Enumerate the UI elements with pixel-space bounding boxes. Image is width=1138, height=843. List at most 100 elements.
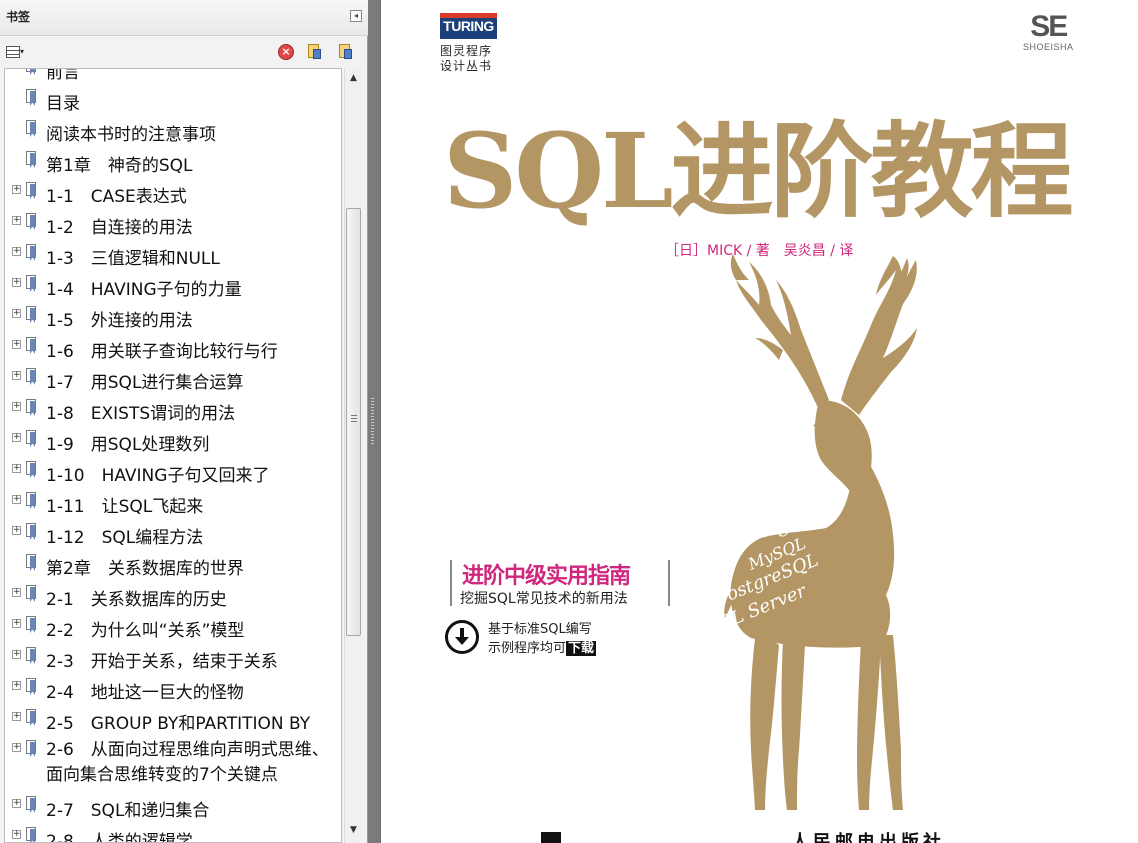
bookmark-item[interactable]: +2-4 地址这一巨大的怪物 <box>5 674 341 705</box>
bookmarks-panel-title: 书签 <box>6 10 31 24</box>
panel-splitter[interactable] <box>368 0 380 843</box>
expand-icon[interactable]: + <box>12 619 21 628</box>
expand-icon[interactable]: + <box>12 371 21 380</box>
bookmark-item[interactable]: +1-4 HAVING子句的力量 <box>5 271 341 302</box>
bookmark-label: 2-4 地址这一巨大的怪物 <box>46 683 244 703</box>
expand-icon[interactable]: + <box>12 712 21 721</box>
expand-icon[interactable]: + <box>12 526 21 535</box>
bookmark-label: 1-4 HAVING子句的力量 <box>46 280 242 300</box>
bookmark-icon <box>26 151 37 169</box>
collapse-panel-button[interactable]: ◂ <box>350 10 362 22</box>
publisher-emblem-icon <box>541 832 561 843</box>
expand-icon[interactable]: + <box>12 433 21 442</box>
expand-icon[interactable]: + <box>12 340 21 349</box>
bookmark-item[interactable]: +1-10 HAVING子句又回来了 <box>5 457 341 488</box>
chevron-down-icon: ▾ <box>20 47 25 56</box>
options-menu-button[interactable]: ▾ <box>6 44 32 62</box>
bookmark-label: 1-9 用SQL处理数列 <box>46 435 210 455</box>
delete-bookmark-button[interactable]: × <box>278 44 296 62</box>
bookmarks-panel-header: 书签 ◂ <box>0 0 368 36</box>
book-title: SQL进阶教程 <box>443 111 1074 232</box>
bookmark-icon <box>26 523 37 541</box>
bookmark-icon <box>26 89 37 107</box>
bookmarks-tree-content: 前言 目录 阅读本书时的注意事项 第1章 神奇的SQL +1-1 CASE表达式 +1-2… <box>5 68 341 843</box>
scroll-up-arrow-icon[interactable]: ▲ <box>345 70 362 87</box>
bookmark-item[interactable]: +2-2 为什么叫“关系”模型 <box>5 612 341 643</box>
bookmark-icon <box>26 678 37 696</box>
bookmark-icon <box>26 492 37 510</box>
bookmark-item[interactable]: +2-6 从面向过程思维向声明式思维、面向集合思维转变的7个关键点 <box>5 736 341 792</box>
expand-icon[interactable]: + <box>12 681 21 690</box>
bookmark-item[interactable]: 阅读本书时的注意事项 <box>5 116 341 147</box>
expand-icon[interactable]: + <box>12 402 21 411</box>
publisher-logo-block: SE SHOEISHA <box>1023 12 1074 53</box>
expand-icon[interactable]: + <box>12 247 21 256</box>
bookmark-item[interactable]: +1-11 让SQL飞起来 <box>5 488 341 519</box>
bookmark-label: 2-8 人类的逻辑学 <box>46 832 193 843</box>
bookmark-label: 第1章 神奇的SQL <box>46 156 193 176</box>
bookmark-item[interactable]: +1-3 三值逻辑和NULL <box>5 240 341 271</box>
expand-icon[interactable]: + <box>12 495 21 504</box>
bookmark-label: 1-5 外连接的用法 <box>46 311 193 331</box>
expand-icon[interactable]: + <box>12 799 21 808</box>
bookmark-item[interactable]: +1-7 用SQL进行集合运算 <box>5 364 341 395</box>
bookmark-label: 前言 <box>46 68 80 83</box>
scroll-down-arrow-icon[interactable]: ▼ <box>345 822 362 839</box>
bookmark-item[interactable]: 第2章 关系数据库的世界 <box>5 550 341 581</box>
series-name-line2: 设计丛书 <box>440 59 493 73</box>
bookmark-label: 2-2 为什么叫“关系”模型 <box>46 621 245 641</box>
bookmark-icon <box>26 244 37 262</box>
bookmark-icon <box>26 796 37 814</box>
list-options-icon <box>6 45 20 58</box>
new-bookmark-button[interactable] <box>307 44 325 62</box>
bookmark-item[interactable]: +1-6 用关联子查询比较行与行 <box>5 333 341 364</box>
bookmark-label: 2-5 GROUP BY和PARTITION BY <box>46 714 311 734</box>
bookmark-item[interactable]: +1-1 CASE表达式 <box>5 178 341 209</box>
bookmark-item[interactable]: 第1章 神奇的SQL <box>5 147 341 178</box>
bookmark-item[interactable]: +1-12 SQL编程方法 <box>5 519 341 550</box>
bookmark-item[interactable]: 前言 <box>5 68 341 85</box>
bookmarks-panel: 书签 ◂ ▾ × 前言 目录 阅读本书时的注意事项 第1章 神奇的SQL +1-1 CA… <box>0 0 368 843</box>
bookmark-item[interactable]: +2-1 关系数据库的历史 <box>5 581 341 612</box>
deer-illustration: SQL Server PostgreSQL MySQL Oracle DB2 <box>721 254 917 810</box>
bookmark-item[interactable]: +1-2 自连接的用法 <box>5 209 341 240</box>
expand-bookmark-button[interactable] <box>338 44 356 62</box>
document-page: TURING 图灵程序 设计丛书 SE SHOEISHA SQL进阶教程 ［日］… <box>381 0 1138 843</box>
scrollbar-thumb[interactable] <box>346 208 361 636</box>
bookmark-item[interactable]: 目录 <box>5 85 341 116</box>
bookmarks-scrollbar[interactable]: ▲ ▼ <box>344 68 362 843</box>
expand-icon[interactable]: + <box>12 464 21 473</box>
expand-icon[interactable]: + <box>12 588 21 597</box>
bookmark-icon <box>26 647 37 665</box>
bookmark-icon <box>26 306 37 324</box>
bookmark-item[interactable]: +2-3 开始于关系，结束于关系 <box>5 643 341 674</box>
bookmark-item[interactable]: +1-8 EXISTS谓词的用法 <box>5 395 341 426</box>
bookmark-item[interactable]: +2-5 GROUP BY和PARTITION BY <box>5 705 341 736</box>
promo-subtitle: 挖掘SQL常见技术的新用法 <box>460 591 628 607</box>
bookmark-icon <box>26 69 37 76</box>
bookmark-label: 1-12 SQL编程方法 <box>46 528 204 548</box>
download-tag: 下载 <box>566 641 597 656</box>
bookmark-label: 1-2 自连接的用法 <box>46 218 193 238</box>
bookmark-label: 1-11 让SQL飞起来 <box>46 497 204 517</box>
bookmark-item[interactable]: +1-5 外连接的用法 <box>5 302 341 333</box>
expand-icon[interactable]: + <box>12 185 21 194</box>
expand-icon[interactable]: + <box>12 309 21 318</box>
promo-divider-left <box>450 560 452 606</box>
bookmark-item[interactable]: +1-9 用SQL处理数列 <box>5 426 341 457</box>
bookmarks-tree: 前言 目录 阅读本书时的注意事项 第1章 神奇的SQL +1-1 CASE表达式 +1-2… <box>4 68 342 843</box>
bookmark-item[interactable]: +2-7 SQL和递归集合 <box>5 792 341 823</box>
turing-logo: TURING <box>440 13 497 39</box>
expand-icon[interactable]: + <box>12 650 21 659</box>
bookmark-label: 2-3 开始于关系，结束于关系 <box>46 652 278 672</box>
bookmark-item[interactable]: +2-8 人类的逻辑学 <box>5 823 341 843</box>
expand-icon[interactable]: + <box>12 743 21 752</box>
bookmark-label: 1-1 CASE表达式 <box>46 187 187 207</box>
bookmark-label: 1-8 EXISTS谓词的用法 <box>46 404 236 424</box>
expand-icon[interactable]: + <box>12 216 21 225</box>
bookmark-icon <box>26 709 37 727</box>
bookmark-label: 阅读本书时的注意事项 <box>46 125 216 145</box>
download-line1: 基于标准SQL编写 <box>488 622 592 637</box>
expand-icon[interactable]: + <box>12 278 21 287</box>
expand-icon[interactable]: + <box>12 830 21 839</box>
